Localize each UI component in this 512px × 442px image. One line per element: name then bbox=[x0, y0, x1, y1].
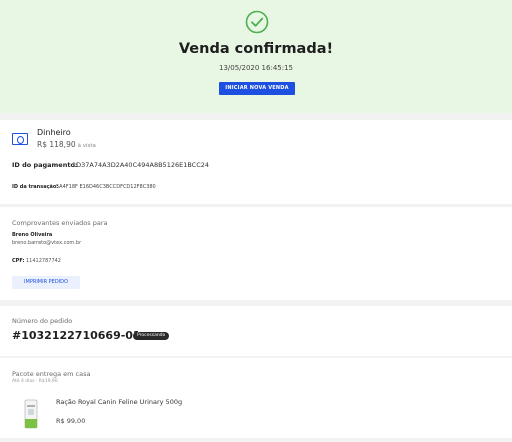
payment-amount-note: à vista bbox=[77, 143, 96, 149]
payment-amount-value: R$ 118,90 bbox=[37, 140, 76, 149]
product-price: R$ 99,00 bbox=[56, 417, 86, 425]
sale-datetime: 13/05/2020 16:45:15 bbox=[218, 64, 293, 72]
payment-id-value: 1D37A74A3D2A40C494A8B5126E1BCC24 bbox=[72, 161, 210, 169]
section-divider bbox=[0, 113, 512, 120]
package-title: Pacote entrega em casa bbox=[12, 370, 91, 378]
check-circle-icon bbox=[245, 10, 269, 34]
transaction-id-value: 5A4F18F E16D46C3BCCDFCD12F8C380 bbox=[56, 184, 156, 190]
order-number-label: Número do pedido bbox=[12, 317, 73, 325]
status-badge: Processando bbox=[133, 332, 170, 340]
payment-method: Dinheiro bbox=[37, 128, 71, 137]
page-title: Venda confirmada! bbox=[178, 41, 334, 57]
print-order-button[interactable]: IMPRIMIR PEDIDO bbox=[12, 276, 80, 289]
section-divider bbox=[0, 356, 512, 358]
cash-icon bbox=[12, 133, 28, 145]
section-divider bbox=[0, 300, 512, 306]
receipts-title: Comprovantes enviados para bbox=[12, 219, 108, 227]
customer-name: Breno Oliveira bbox=[12, 232, 53, 238]
cpf-value: 11412787742 bbox=[26, 258, 61, 264]
new-sale-button[interactable]: INICIAR NOVA VENDA bbox=[219, 82, 295, 95]
section-divider bbox=[0, 204, 512, 207]
section-divider bbox=[0, 438, 512, 442]
package-subtitle: Até 4 dias · R$19,90 bbox=[12, 379, 58, 384]
payment-amount: R$ 118,90 à vista bbox=[37, 140, 96, 149]
payment-id-label: ID do pagamento: bbox=[12, 161, 78, 169]
order-number: #1032122710669-01 bbox=[12, 329, 141, 342]
transaction-id-label: ID da transação: bbox=[12, 184, 59, 190]
customer-email: breno.barreto@vtex.com.br bbox=[12, 240, 82, 246]
product-name: Ração Royal Canin Feline Urinary 500g bbox=[56, 398, 183, 406]
product-image bbox=[24, 399, 38, 429]
confirmation-header: Venda confirmada! 13/05/2020 16:45:15 IN… bbox=[0, 0, 512, 113]
cpf-label: CPF: bbox=[12, 258, 25, 264]
